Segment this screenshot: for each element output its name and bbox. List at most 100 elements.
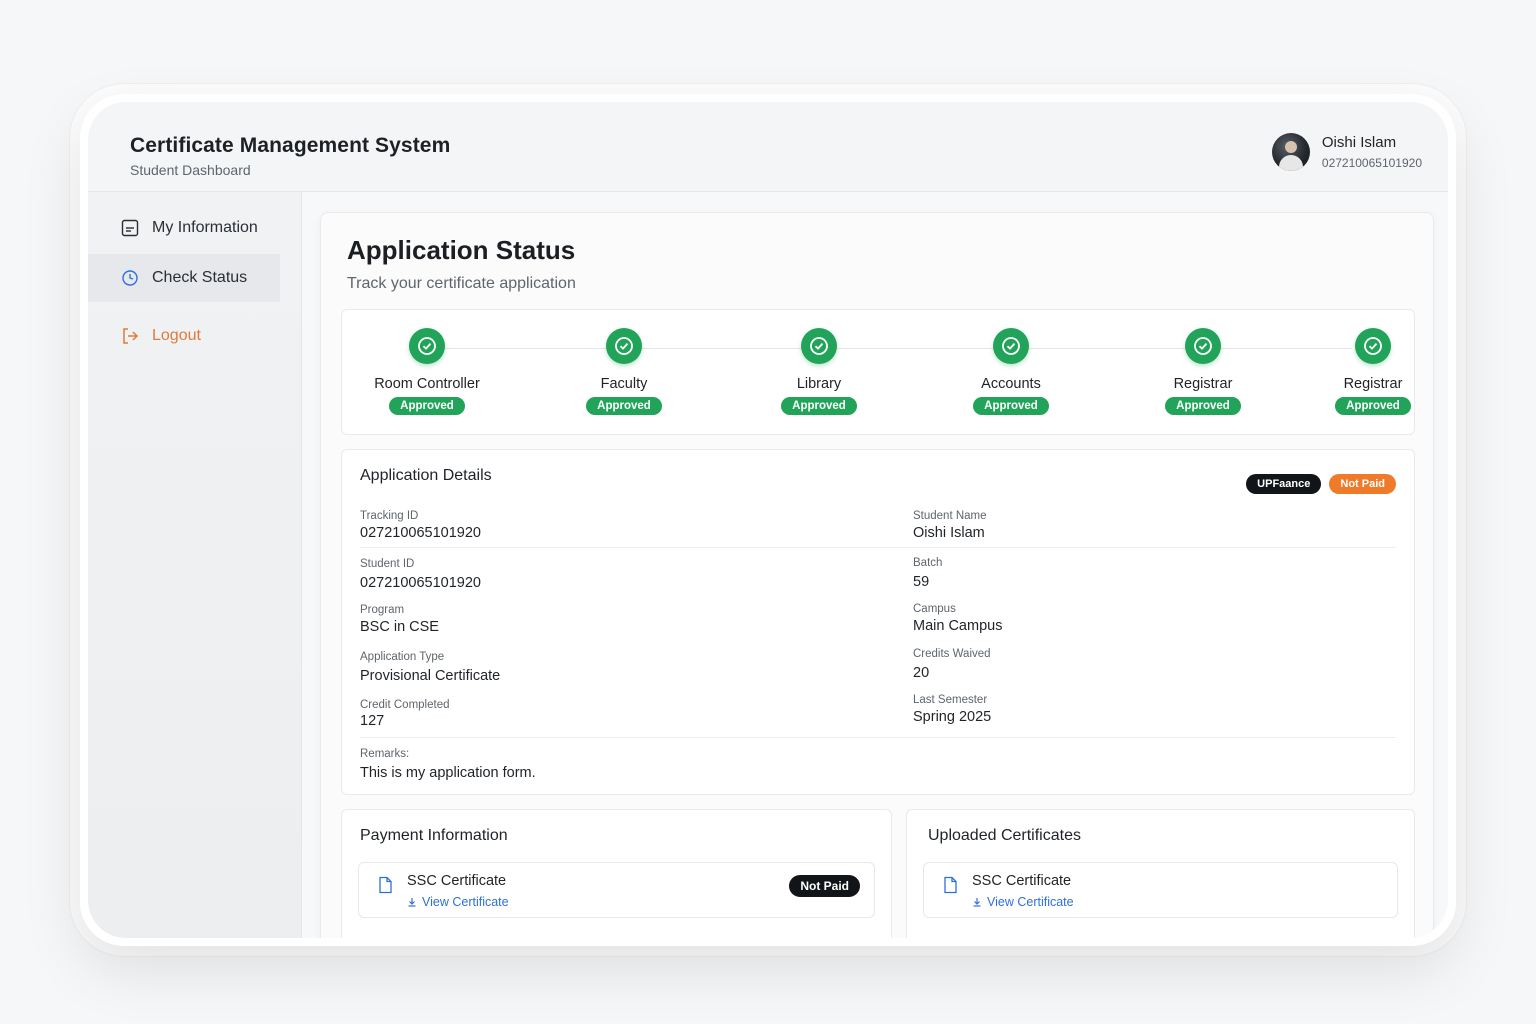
user-id: 027210065101920: [1321, 156, 1422, 170]
view-certificate-link[interactable]: View Certificate: [407, 895, 509, 909]
user-info: Oishi Islam 027210065101920: [1322, 134, 1422, 170]
clock-icon: [120, 268, 140, 288]
step-accounts: Accounts Approved: [931, 328, 1091, 415]
field-program: Program BSC in CSE: [360, 604, 439, 635]
step-label: Faculty: [600, 376, 648, 392]
status-badge: Approved: [1335, 397, 1411, 415]
step-label: Library: [796, 376, 842, 392]
step-registrar: Registrar Approved: [1123, 328, 1283, 415]
sidebar-item-my-information[interactable]: My Information: [88, 204, 280, 252]
sidebar: My Information Check Status Logout: [88, 192, 302, 938]
document-icon: [120, 218, 140, 238]
payment-status-badge: Not Paid: [1329, 474, 1396, 494]
field-value: BSC in CSE: [360, 619, 439, 635]
divider: [360, 547, 1396, 548]
payment-status-badge: Not Paid: [789, 875, 860, 897]
step-label: Registrar: [1173, 376, 1233, 392]
step-label: Room Controller: [374, 376, 480, 392]
document-name: SSC Certificate: [407, 873, 507, 889]
status-badge: Approved: [973, 397, 1049, 415]
payment-information: Payment Information SSC Certificate View…: [341, 809, 892, 938]
uploaded-certificates: Uploaded Certificates SSC Certificate Vi…: [906, 809, 1415, 938]
user-name: Oishi Islam: [1321, 134, 1397, 151]
field-label: Program: [360, 604, 405, 616]
link-label[interactable]: View Certificate: [422, 895, 509, 909]
field-label: Remarks:: [360, 748, 410, 760]
device-frame: Certificate Management System Student Da…: [80, 94, 1456, 946]
field-tracking-id: Tracking ID 027210065101920: [360, 510, 481, 541]
page-title: Application Status: [347, 235, 576, 265]
field-label: Tracking ID: [360, 510, 419, 522]
field-campus: Campus Main Campus: [913, 603, 1002, 634]
field-label: Student Name: [913, 510, 987, 522]
field-label: Application Type: [360, 651, 445, 663]
field-value: Main Campus: [913, 618, 1003, 634]
app-header: Certificate Management System Student Da…: [88, 102, 1448, 192]
file-icon: [940, 875, 960, 895]
download-icon: [973, 898, 981, 907]
step-library: Library Approved: [739, 328, 899, 415]
step-faculty: Faculty Approved: [544, 328, 704, 415]
status-badge: UPFaance: [1246, 474, 1322, 494]
field-remarks: Remarks: This is my application form.: [360, 748, 536, 781]
check-circle-icon: [993, 328, 1029, 364]
field-last-semester: Last Semester Spring 2025: [913, 694, 991, 725]
status-badge: Approved: [586, 397, 662, 415]
field-value: 20: [913, 665, 930, 681]
step-label: Registrar: [1343, 376, 1403, 392]
step-room-controller: Room Controller Approved: [347, 328, 507, 415]
main-content: Application Status Track your certificat…: [320, 212, 1434, 938]
field-value: Provisional Certificate: [360, 668, 501, 684]
sidebar-item-logout[interactable]: Logout: [88, 312, 280, 360]
user-profile[interactable]: Oishi Islam 027210065101920: [1271, 132, 1422, 172]
uploaded-document-row: SSC Certificate View Certificate: [923, 862, 1398, 918]
app-title: Certificate Management System: [130, 134, 451, 157]
app-subtitle: Student Dashboard: [130, 162, 251, 178]
payment-title: Payment Information: [360, 827, 508, 844]
status-badge: Approved: [1165, 397, 1241, 415]
status-badge: Approved: [781, 397, 857, 415]
divider: [360, 737, 1396, 738]
details-title: Application Details: [360, 467, 492, 484]
check-circle-icon: [606, 328, 642, 364]
field-value: 59: [913, 574, 930, 590]
sidebar-item-check-status[interactable]: Check Status: [88, 254, 280, 302]
page-subtitle: Track your certificate application: [347, 275, 576, 292]
status-badge: Approved: [389, 397, 465, 415]
view-certificate-link[interactable]: View Certificate: [972, 895, 1074, 909]
status-steps: Room Controller Approved Faculty Approve…: [341, 309, 1415, 435]
field-value: This is my application form.: [360, 765, 536, 781]
field-value: Spring 2025: [913, 709, 992, 725]
payment-document-row: SSC Certificate View Certificate Not Pai…: [358, 862, 875, 918]
download-icon: [408, 898, 416, 907]
field-value: 127: [360, 713, 385, 729]
field-value: 027210065101920: [360, 525, 481, 541]
field-label: Credit Completed: [360, 699, 450, 711]
avatar[interactable]: [1271, 133, 1310, 171]
field-credits-waived: Credits Waived 20: [913, 648, 991, 681]
logout-icon: [120, 326, 140, 346]
step-registrar-final: Registrar Approved: [1293, 328, 1448, 415]
field-value: 027210065101920: [360, 575, 481, 591]
field-label: Credits Waived: [913, 648, 991, 660]
field-label: Campus: [913, 603, 956, 615]
check-circle-icon: [409, 328, 445, 364]
sidebar-item-label: My Information: [152, 219, 258, 236]
details-badges: UPFaance Not Paid: [1246, 474, 1396, 494]
sidebar-item-label: Check Status: [152, 269, 248, 286]
document-name: SSC Certificate: [972, 873, 1072, 889]
field-label: Last Semester: [913, 694, 988, 706]
uploads-title: Uploaded Certificates: [928, 827, 1081, 844]
link-label[interactable]: View Certificate: [987, 895, 1074, 909]
field-value: Oishi Islam: [913, 525, 985, 541]
sidebar-item-label: Logout: [152, 327, 201, 344]
field-label: Student ID: [360, 558, 415, 570]
app-screen: Certificate Management System Student Da…: [88, 102, 1448, 938]
field-label: Batch: [913, 557, 943, 569]
field-application-type: Application Type Provisional Certificate: [360, 651, 500, 684]
field-batch: Batch 59: [913, 557, 942, 590]
check-circle-icon: [1355, 328, 1391, 364]
field-student-name: Student Name Oishi Islam: [913, 510, 987, 541]
check-circle-icon: [801, 328, 837, 364]
step-label: Accounts: [981, 376, 1041, 392]
